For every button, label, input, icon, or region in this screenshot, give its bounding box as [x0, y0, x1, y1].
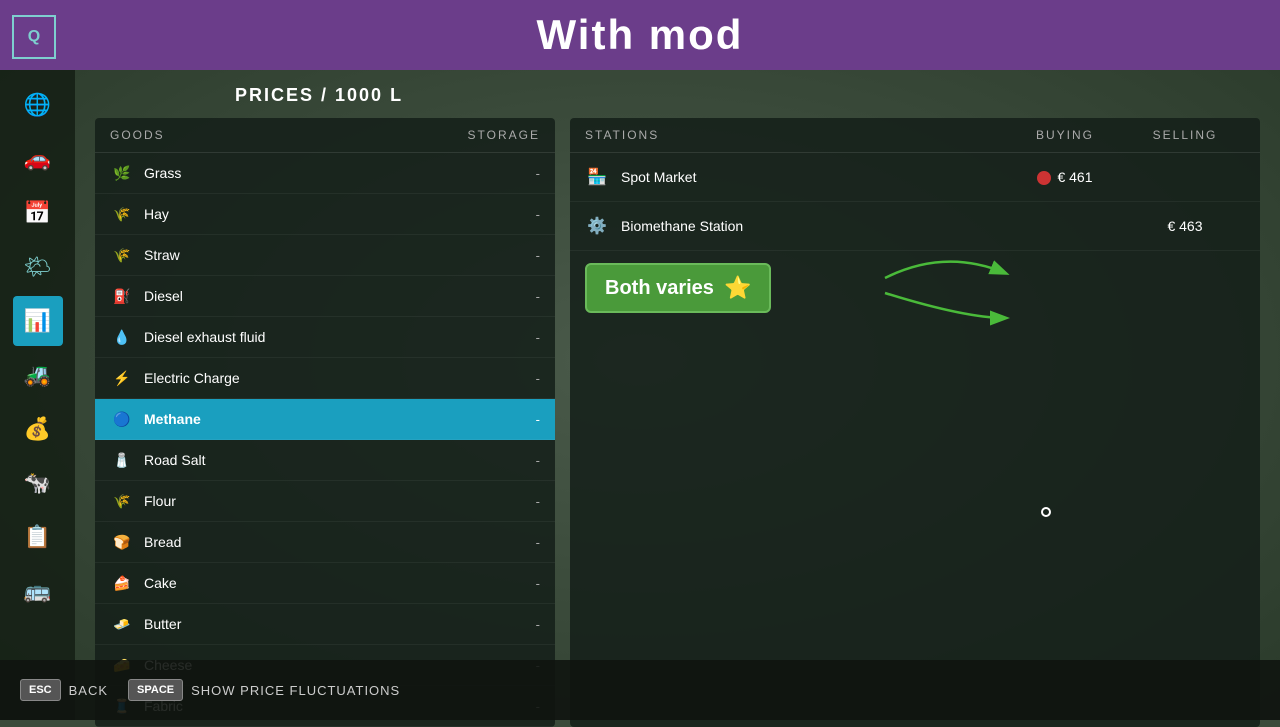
- sidebar-icon-animal[interactable]: 🐄: [13, 458, 63, 508]
- goods-item-icon: 🍞: [110, 530, 134, 554]
- goods-item-value: -: [536, 207, 540, 222]
- goods-item-value: -: [536, 617, 540, 632]
- main-content: PRICES / 1000 L GOODS STORAGE 🌿Grass-🌾Ha…: [75, 70, 1280, 660]
- goods-item-value: -: [536, 330, 540, 345]
- goods-item-name: Butter: [144, 616, 536, 632]
- goods-item[interactable]: 🔵 Methane-: [95, 399, 555, 440]
- station-item-selling: € 463: [1125, 218, 1245, 234]
- goods-item-value: -: [536, 166, 540, 181]
- storage-col-header: STORAGE: [468, 128, 540, 142]
- goods-item-value: -: [536, 494, 540, 509]
- goods-list[interactable]: 🌿Grass-🌾Hay-🌾Straw-⛽Diesel-💧Diesel exhau…: [95, 153, 555, 727]
- goods-item-name: Grass: [144, 165, 536, 181]
- goods-item-icon: ⛽: [110, 284, 134, 308]
- goods-item[interactable]: 🌾 Hay-: [95, 194, 555, 235]
- goods-item-icon: 🔵: [110, 407, 134, 431]
- sidebar-icon-calendar[interactable]: 📅: [13, 188, 63, 238]
- station-item[interactable]: 🏪 Spot Market€ 461: [570, 153, 1260, 202]
- goods-col-header: GOODS: [110, 128, 468, 142]
- station-item-icon: 🏪: [585, 165, 609, 189]
- goods-item[interactable]: ⛽ Diesel-: [95, 276, 555, 317]
- buying-col-header: BUYING: [1005, 128, 1125, 142]
- goods-panel: GOODS STORAGE 🌿Grass-🌾Hay-🌾Straw-⛽Diesel…: [95, 118, 555, 727]
- back-label: BACK: [69, 683, 108, 698]
- goods-item[interactable]: 🍰 Cake-: [95, 563, 555, 604]
- goods-item-icon: 🌾: [110, 202, 134, 226]
- sidebar-icon-chart[interactable]: 📊: [13, 296, 63, 346]
- goods-item-name: Hay: [144, 206, 536, 222]
- left-sidebar: 🌐 🚗 📅 🌤 📊 🚜 💰 🐄 📋 🚌: [0, 70, 75, 720]
- goods-item-name: Bread: [144, 534, 536, 550]
- status-dot: [1037, 171, 1051, 185]
- station-item-icon: ⚙️: [585, 214, 609, 238]
- goods-item-icon: ⚡: [110, 366, 134, 390]
- bottom-bar: ESC BACK SPACE SHOW PRICE FLUCTUATIONS: [0, 660, 1280, 720]
- goods-item-value: -: [536, 412, 540, 427]
- goods-item-icon: 💧: [110, 325, 134, 349]
- sidebar-icon-transport[interactable]: 🚌: [13, 566, 63, 616]
- goods-item-value: -: [536, 371, 540, 386]
- goods-item[interactable]: 🌿 Grass-: [95, 153, 555, 194]
- fluctuations-label: SHOW PRICE FLUCTUATIONS: [191, 683, 400, 698]
- goods-item-name: Cake: [144, 575, 536, 591]
- goods-item-value: -: [536, 289, 540, 304]
- goods-item-icon: 🌾: [110, 489, 134, 513]
- goods-item-icon: 🍰: [110, 571, 134, 595]
- goods-item[interactable]: 🌾 Flour-: [95, 481, 555, 522]
- goods-item-icon: 🌿: [110, 161, 134, 185]
- stations-header: STATIONS BUYING SELLING: [570, 118, 1260, 153]
- goods-item[interactable]: 💧 Diesel exhaust fluid-: [95, 317, 555, 358]
- goods-item-value: -: [536, 248, 540, 263]
- goods-item-icon: 🧈: [110, 612, 134, 636]
- sidebar-icon-globe[interactable]: 🌐: [13, 80, 63, 130]
- goods-item-value: -: [536, 453, 540, 468]
- station-item-buying: € 461: [1005, 169, 1125, 185]
- star-icon: ⭐: [724, 275, 751, 301]
- page-title: PRICES / 1000 L: [235, 85, 1260, 106]
- goods-item-name: Electric Charge: [144, 370, 536, 386]
- sidebar-icon-notes[interactable]: 📋: [13, 512, 63, 562]
- goods-item[interactable]: 🧈 Butter-: [95, 604, 555, 645]
- both-varies-text: Both varies: [605, 277, 714, 300]
- station-item[interactable]: ⚙️ Biomethane Station € 463: [570, 202, 1260, 251]
- goods-item-name: Flour: [144, 493, 536, 509]
- sidebar-icon-tractor[interactable]: 🚜: [13, 350, 63, 400]
- stations-list: 🏪 Spot Market€ 461 ⚙️ Biomethane Station € 4…: [570, 153, 1260, 251]
- goods-item-name: Diesel exhaust fluid: [144, 329, 536, 345]
- q-icon[interactable]: Q: [12, 15, 56, 59]
- selling-col-header: SELLING: [1125, 128, 1245, 142]
- panels: GOODS STORAGE 🌿Grass-🌾Hay-🌾Straw-⛽Diesel…: [95, 118, 1260, 727]
- station-item-name: Biomethane Station: [621, 218, 1005, 234]
- goods-item-icon: 🧂: [110, 448, 134, 472]
- station-item-name: Spot Market: [621, 169, 1005, 185]
- goods-item[interactable]: 🌾 Straw-: [95, 235, 555, 276]
- goods-item-name: Diesel: [144, 288, 536, 304]
- goods-item-name: Methane: [144, 411, 536, 427]
- back-group: ESC BACK: [20, 679, 108, 701]
- sidebar-icon-weather[interactable]: 🌤: [13, 242, 63, 292]
- sidebar-icon-money[interactable]: 💰: [13, 404, 63, 454]
- stations-panel: STATIONS BUYING SELLING 🏪Spot Market€ 46…: [570, 118, 1260, 727]
- top-banner: With mod: [0, 0, 1280, 70]
- goods-header: GOODS STORAGE: [95, 118, 555, 153]
- goods-item[interactable]: ⚡ Electric Charge-: [95, 358, 555, 399]
- esc-key[interactable]: ESC: [20, 679, 61, 701]
- space-key[interactable]: SPACE: [128, 679, 183, 701]
- fluctuations-group: SPACE SHOW PRICE FLUCTUATIONS: [128, 679, 400, 701]
- banner-title: With mod: [537, 11, 744, 59]
- goods-item-value: -: [536, 576, 540, 591]
- goods-item[interactable]: 🍞 Bread-: [95, 522, 555, 563]
- both-varies-badge: Both varies ⭐: [585, 263, 771, 313]
- goods-item-value: -: [536, 535, 540, 550]
- goods-item-name: Road Salt: [144, 452, 536, 468]
- goods-item-name: Straw: [144, 247, 536, 263]
- sidebar-icon-steering[interactable]: 🚗: [13, 134, 63, 184]
- stations-col-header: STATIONS: [585, 128, 1005, 142]
- goods-item-icon: 🌾: [110, 243, 134, 267]
- goods-item[interactable]: 🧂 Road Salt-: [95, 440, 555, 481]
